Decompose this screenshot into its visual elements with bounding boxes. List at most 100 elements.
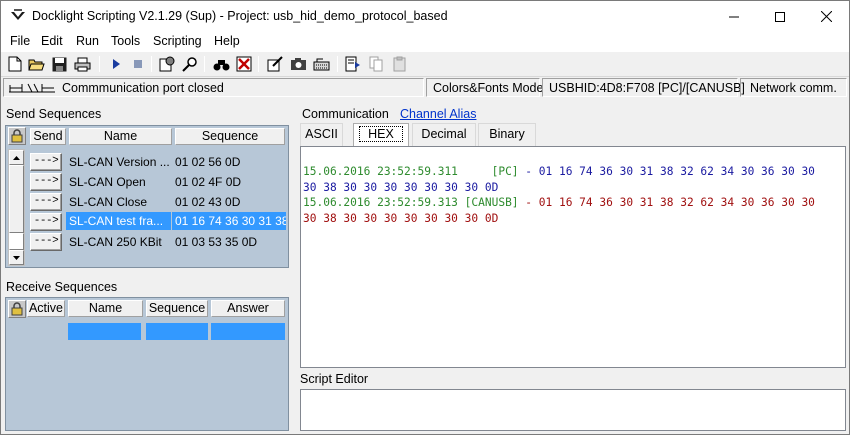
tab-binary[interactable]: Binary (478, 123, 536, 146)
send-row-name[interactable]: SL-CAN Open (66, 173, 171, 191)
scroll-up-button[interactable] (9, 150, 24, 165)
paste-button[interactable] (390, 55, 408, 73)
snapshot-icon (290, 58, 306, 70)
minimize-icon (729, 16, 739, 17)
new-file-button[interactable] (6, 55, 24, 73)
receive-header-name: Name (68, 300, 143, 317)
chevron-down-icon (13, 255, 20, 260)
script-run-icon (345, 56, 360, 72)
find-button[interactable] (181, 55, 199, 73)
project-settings-button[interactable] (158, 55, 176, 73)
port-closed-icon (9, 83, 55, 93)
filter-icon (213, 59, 229, 70)
close-button[interactable] (803, 1, 849, 32)
menu-scripting[interactable]: Scripting (153, 34, 202, 48)
run-button[interactable] (107, 55, 125, 73)
log-timestamp: 15.06.2016 23:52:59.311 (303, 165, 458, 178)
open-button[interactable] (27, 55, 45, 73)
stop-button[interactable] (129, 55, 147, 73)
toolbar-separator (151, 56, 152, 72)
save-button[interactable] (50, 55, 68, 73)
script-run-button[interactable] (344, 55, 362, 73)
save-icon (52, 57, 66, 71)
send-row-sequence[interactable]: 01 02 56 0D (172, 153, 286, 171)
toolbar-separator (258, 56, 259, 72)
receive-header-active: Active (27, 300, 65, 317)
new-file-icon (8, 56, 22, 72)
app-window: Docklight Scripting V2.1.29 (Sup) - Proj… (0, 0, 850, 435)
lock-icon (11, 129, 23, 143)
log-data-continued: 30 38 30 30 30 30 30 30 30 0D (303, 181, 499, 194)
toolbar (1, 52, 849, 77)
receive-lock-button[interactable] (8, 300, 26, 318)
receive-row-name-selected[interactable] (68, 323, 141, 340)
tab-hex-label: HEX (359, 126, 403, 142)
menu-file[interactable]: File (10, 34, 30, 48)
chevron-up-icon (13, 155, 20, 160)
receive-header-answer: Answer (211, 300, 285, 317)
scroll-thumb[interactable] (9, 233, 24, 250)
receive-row-answer-selected[interactable] (211, 323, 285, 340)
toolbar-separator (204, 56, 205, 72)
menu-tools[interactable]: Tools (111, 34, 140, 48)
open-folder-icon (27, 59, 45, 70)
send-row-sequence[interactable]: 01 02 43 0D (172, 193, 286, 211)
channel-alias-link[interactable]: Channel Alias (400, 107, 476, 121)
toolbar-separator (99, 56, 100, 72)
minimize-button[interactable] (711, 1, 757, 32)
send-row-name[interactable]: SL-CAN Version ... (66, 153, 171, 171)
menu-run[interactable]: Run (76, 34, 99, 48)
receive-row-sequence-selected[interactable] (146, 323, 208, 340)
keyboard-icon (313, 58, 329, 71)
maximize-button[interactable] (757, 1, 803, 32)
menu-edit[interactable]: Edit (41, 34, 63, 48)
send-row-button[interactable]: ---> (30, 193, 62, 211)
send-row-sequence[interactable]: 01 03 53 35 0D (172, 233, 286, 251)
snapshot-button[interactable] (289, 55, 307, 73)
clear-icon (236, 56, 252, 72)
log-data-continued: 30 38 30 30 30 30 30 30 30 0D (303, 212, 499, 225)
send-row-button[interactable]: ---> (30, 233, 62, 251)
send-header-name: Name (69, 128, 172, 145)
title-bar: Docklight Scripting V2.1.29 (Sup) - Proj… (1, 1, 849, 32)
port-status: Commmunication port closed (3, 78, 424, 97)
send-row-name-selected[interactable]: SL-CAN test fra... (66, 212, 171, 230)
send-row-button[interactable]: ---> (30, 173, 62, 191)
filter-button[interactable] (212, 55, 230, 73)
stop-icon (134, 60, 142, 68)
receive-header-sequence: Sequence (146, 300, 208, 317)
log-data: 01 16 74 36 30 31 38 32 62 34 30 36 30 3… (538, 165, 815, 178)
edit-button[interactable] (266, 55, 284, 73)
tab-ascii[interactable]: ASCII (300, 123, 343, 146)
device-status: USBHID:4D8:F708 [PC]/[CANUSB] (542, 78, 745, 97)
keyboard-button[interactable] (312, 55, 330, 73)
status-row: Commmunication port closed Colors&Fonts … (1, 77, 849, 98)
send-row-name[interactable]: SL-CAN Close (66, 193, 171, 211)
send-row-sequence[interactable]: 01 02 4F 0D (172, 173, 286, 191)
scroll-track[interactable] (9, 165, 24, 233)
send-row-button[interactable]: ---> (30, 153, 62, 171)
menu-bar: File Edit Run Tools Scripting Help (1, 32, 849, 52)
send-scrollbar[interactable] (8, 149, 25, 266)
clear-button[interactable] (235, 55, 253, 73)
scroll-down-button[interactable] (9, 250, 24, 265)
tab-decimal[interactable]: Decimal (412, 123, 476, 146)
log-timestamp: 15.06.2016 23:52:59.313 (303, 196, 458, 209)
tab-hex[interactable]: HEX (353, 123, 409, 146)
window-title: Docklight Scripting V2.1.29 (Sup) - Proj… (32, 9, 448, 23)
print-button[interactable] (73, 55, 91, 73)
log-line: 15.06.2016 23:52:59.313 [CANUSB] - 01 16… (303, 195, 815, 211)
communication-window[interactable]: 15.06.2016 23:52:59.311 [PC] - 01 16 74 … (300, 146, 846, 368)
log-data: 01 16 74 36 30 31 38 32 62 34 30 36 30 3… (538, 196, 815, 209)
send-lock-button[interactable] (8, 127, 26, 145)
menu-help[interactable]: Help (214, 34, 240, 48)
copy-button[interactable] (367, 55, 385, 73)
log-channel: [CANUSB] (457, 196, 519, 209)
log-separator: - (518, 196, 539, 209)
send-row-name[interactable]: SL-CAN 250 KBit (66, 233, 171, 251)
script-editor[interactable] (300, 389, 846, 431)
log-separator: - (518, 165, 539, 178)
send-row-sequence-selected[interactable]: 01 16 74 36 30 31 38 (172, 212, 286, 230)
receive-sequences-label: Receive Sequences (6, 280, 118, 294)
send-row-button[interactable]: ---> (30, 213, 62, 231)
